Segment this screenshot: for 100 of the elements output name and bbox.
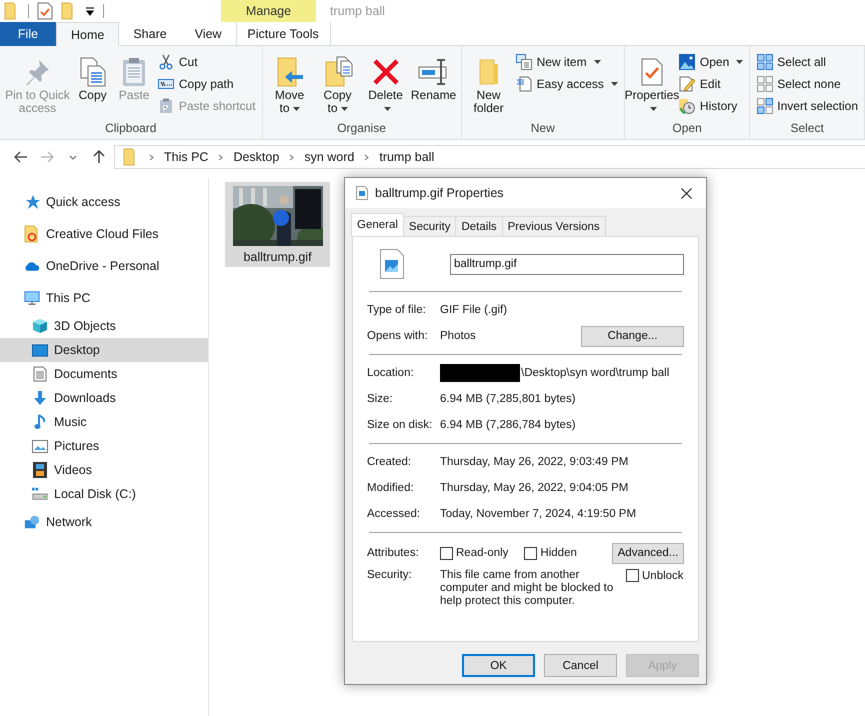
ribbon-tab[interactable]: File (0, 22, 56, 46)
field-value: 6.94 MB (7,285,801 bytes) (440, 393, 576, 405)
desktop-icon (32, 344, 48, 356)
properties-icon[interactable] (37, 2, 53, 20)
drive-icon (32, 487, 48, 501)
change-button[interactable]: Change... (581, 326, 684, 346)
chevron-icon[interactable] (289, 154, 294, 160)
star-icon (24, 194, 40, 210)
customize-caret-icon[interactable] (85, 6, 95, 16)
folder-copy-icon (322, 55, 353, 89)
dialog-button[interactable]: Cancel (544, 654, 617, 677)
dialog-tab[interactable]: General (351, 213, 404, 236)
network-icon (24, 514, 40, 530)
ribbon-button[interactable]: History (678, 97, 744, 115)
group-label: Open (671, 121, 703, 137)
breadcrumb[interactable]: syn word (304, 150, 354, 164)
field-label: Opens with: (367, 330, 429, 342)
sidebar-item[interactable]: 3D Objects (0, 314, 208, 338)
ribbon-button[interactable]: Copy (72, 49, 112, 121)
chevron-icon[interactable] (149, 154, 154, 160)
context-group-label: Manage (221, 0, 316, 22)
field-value: 6.94 MB (7,286,784 bytes) (440, 419, 576, 431)
sidebar-item[interactable]: Creative Cloud Files (0, 218, 208, 250)
file-item[interactable]: balltrump.gif (225, 182, 330, 267)
copy-icon (78, 55, 108, 89)
ribbon-tab[interactable]: Share (119, 22, 181, 46)
ribbon-tab[interactable]: Home (56, 22, 120, 46)
path-icon (158, 78, 175, 90)
ribbon-tab[interactable]: View (180, 22, 236, 46)
chevron-icon[interactable] (364, 154, 370, 160)
ribbon-button[interactable]: Select none (756, 75, 858, 93)
checkbox[interactable] (440, 546, 453, 560)
ribbon-button[interactable]: Rename (410, 49, 457, 121)
scissors-icon (158, 54, 175, 70)
music-note-icon (32, 414, 48, 430)
sidebar-item[interactable]: Music (0, 410, 208, 434)
breadcrumb[interactable]: This PC (164, 150, 208, 164)
chevron-icon[interactable] (218, 154, 224, 160)
ribbon-button[interactable]: Copy to (314, 49, 361, 121)
sidebar-item[interactable]: Local Disk (C:) (0, 482, 208, 506)
easy-access-icon (516, 76, 533, 92)
group-label: New (530, 121, 556, 137)
sidebar-item[interactable]: Network (0, 506, 208, 538)
folder-arrow-icon (274, 55, 305, 89)
film-icon (32, 462, 48, 478)
ribbon-button[interactable]: New folder (466, 49, 512, 121)
ribbon-button[interactable]: New item (516, 53, 618, 71)
checkbox-label: Unblock (642, 570, 684, 582)
security-message: This file came from another computer and might be blocked to help protect this computer. (440, 569, 614, 608)
group-label: Organise (336, 121, 387, 137)
sidebar-item[interactable]: Documents (0, 362, 208, 386)
breadcrumb[interactable]: trump ball (379, 150, 434, 164)
sidebar-item[interactable]: Downloads (0, 386, 208, 410)
field-label: Accessed: (367, 508, 422, 520)
field-label: Security: (367, 569, 413, 581)
field-value: \Desktop\syn word\trump ball (521, 367, 670, 379)
address-bar[interactable]: This PC Desktop syn word trump ball (114, 145, 865, 169)
field-value: Thursday, May 26, 2022, 9:04:05 PM (440, 482, 628, 494)
ribbon-button[interactable]: Move to (266, 49, 313, 121)
window-title: trump ball (329, 3, 385, 20)
field-label: Attributes: (367, 547, 420, 559)
field-label: Size on disk: (367, 419, 434, 431)
advanced-button[interactable]: Advanced... (612, 542, 684, 564)
file-name-field[interactable]: balltrump.gif (450, 254, 684, 274)
document-icon (32, 366, 48, 382)
ribbon-button[interactable]: Select all (756, 53, 858, 71)
checkbox-label: Read-only (456, 547, 508, 559)
sidebar-item[interactable]: Quick access (0, 186, 208, 218)
ribbon-button[interactable]: Delete (362, 49, 409, 121)
invert-selection-icon (756, 98, 774, 114)
checkbox[interactable] (524, 546, 538, 560)
sidebar-item[interactable]: This PC (0, 282, 208, 314)
picture-icon (32, 440, 48, 452)
checkbox-label: Hidden (540, 547, 577, 559)
field-label: Location: (367, 367, 415, 379)
ribbon-button[interactable]: Cut (158, 53, 256, 71)
cloud-icon (24, 260, 40, 272)
field-value: Thursday, May 26, 2022, 9:03:49 PM (440, 456, 628, 468)
field-label: Modified: (367, 482, 415, 494)
breadcrumb[interactable]: Desktop (233, 150, 280, 164)
ribbon-button[interactable]: Invert selection (756, 97, 858, 115)
ribbon-button[interactable]: Open (678, 53, 744, 71)
down-arrow-icon (32, 390, 48, 406)
checkbox[interactable] (626, 569, 639, 582)
new-item-icon (516, 54, 533, 70)
sidebar-item[interactable]: Desktop (0, 338, 208, 362)
group-label: Clipboard (104, 121, 158, 137)
ribbon-button[interactable]: Easy access (516, 75, 618, 93)
field-label: Size: (367, 393, 394, 405)
cloud-folder-icon (24, 225, 40, 243)
sidebar-item[interactable]: Videos (0, 458, 208, 482)
dialog-button[interactable]: OK (462, 654, 535, 677)
sidebar-item[interactable]: OneDrive - Personal (0, 250, 208, 282)
monitor-icon (24, 290, 40, 306)
dialog-tab[interactable]: Previous Versions (502, 216, 606, 236)
ribbon-button[interactable]: Edit (678, 75, 744, 93)
ribbon-button[interactable]: Copy path (158, 75, 256, 93)
sidebar-item[interactable]: Pictures (0, 434, 208, 458)
dialog-title: balltrump.gif Properties (375, 186, 505, 200)
select-none-icon (756, 76, 774, 92)
